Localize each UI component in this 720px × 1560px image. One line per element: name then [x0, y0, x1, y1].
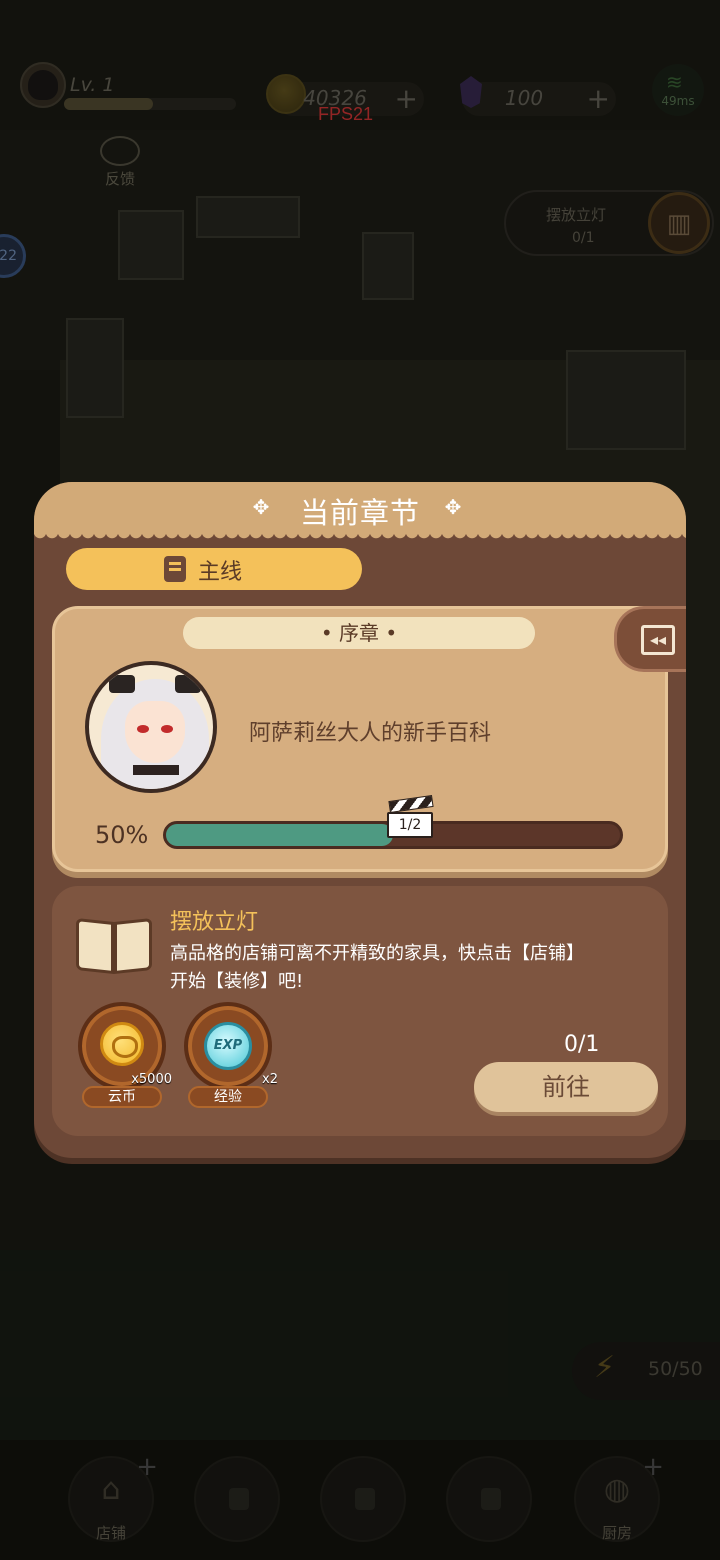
go-button-label: 前往 [542, 1073, 590, 1101]
task-card: 摆放立灯 高品格的店铺可离不开精致的家具，快点击【店铺】开始【装修】吧! x50… [52, 886, 668, 1136]
cloud-coin-icon [100, 1022, 144, 1066]
chapter-step: 1/2 [387, 812, 433, 838]
film-rewind-icon: ◂◂ [641, 625, 675, 655]
task-title: 摆放立灯 [170, 910, 259, 935]
reward-cloud-coin[interactable]: x5000 云币 [78, 1002, 172, 1108]
open-book-icon [74, 914, 154, 978]
clapperboard-icon: 1/2 [387, 794, 434, 842]
chapter-progress-fill [166, 824, 393, 846]
chapter-name: 阿萨莉丝大人的新手百科 [249, 721, 492, 746]
go-button[interactable]: 前往 [474, 1062, 658, 1112]
dialog-title: 当前章节 [299, 496, 420, 530]
character-portrait [85, 661, 217, 793]
chapter-progress-bar: 1/2 [163, 794, 623, 849]
current-chapter-dialog: ✥ 当前章节 ✥ 主线 • 序章 • 阿萨莉丝大人的新手百科 50% 1/2 摆… [34, 482, 686, 1158]
tab-main-story[interactable]: 主线 [66, 548, 362, 590]
dialog-header: ✥ 当前章节 ✥ [34, 482, 686, 540]
reward-qty: x5000 [131, 1072, 172, 1087]
replay-cutscene-button[interactable]: ◂◂ [614, 606, 686, 672]
reward-exp[interactable]: EXP x2 经验 [184, 1002, 278, 1108]
reward-qty: x2 [262, 1072, 278, 1087]
reward-name: 经验 [188, 1086, 268, 1108]
task-progress-count: 0/1 [564, 1032, 600, 1057]
chapter-card: • 序章 • 阿萨莉丝大人的新手百科 50% 1/2 [52, 606, 668, 872]
task-description: 高品格的店铺可离不开精致的家具，快点击【店铺】开始【装修】吧! [170, 943, 584, 992]
tab-main-story-label: 主线 [198, 560, 243, 585]
chapter-label: • 序章 • [183, 617, 535, 649]
chapter-progress-percent: 50% [95, 821, 149, 849]
notebook-icon [164, 556, 186, 582]
chapter-label-text: • 序章 • [320, 621, 398, 645]
exp-icon: EXP [204, 1022, 252, 1070]
sparkle-icon: ✥ [444, 495, 462, 519]
reward-name: 云币 [82, 1086, 162, 1108]
